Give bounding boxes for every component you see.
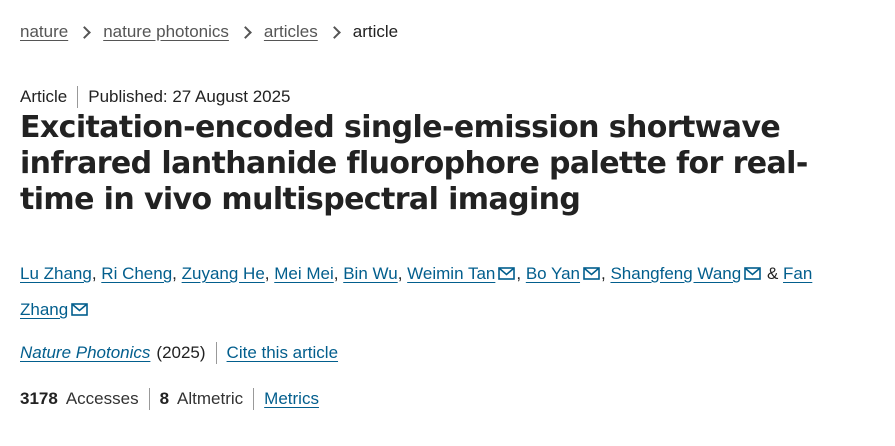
altmetric-count: 8 <box>159 389 170 408</box>
breadcrumb-link-articles[interactable]: articles <box>264 22 318 42</box>
citation-line: Nature Photonics (2025) Cite this articl… <box>20 342 338 364</box>
publication-year: (2025) <box>156 343 206 362</box>
chevron-right-icon <box>78 25 92 39</box>
article-meta: Article Published: 27 August 2025 <box>20 86 291 108</box>
article-type: Article <box>20 87 68 106</box>
breadcrumb-link-nature[interactable]: nature <box>20 22 68 42</box>
mail-icon[interactable] <box>583 257 600 292</box>
accesses-count: 3178 <box>20 389 58 408</box>
author-separator: , <box>333 264 344 283</box>
breadcrumb-link-nature-photonics[interactable]: nature photonics <box>103 22 229 42</box>
published-date: Published: 27 August 2025 <box>88 87 291 106</box>
chevron-right-icon <box>327 25 341 39</box>
mail-icon[interactable] <box>71 293 89 328</box>
chevron-right-icon <box>239 25 252 39</box>
author-separator: , <box>516 264 526 283</box>
journal-link[interactable]: Nature Photonics <box>20 343 150 363</box>
mail-icon[interactable] <box>498 257 516 292</box>
divider <box>148 388 150 410</box>
author-separator: , <box>91 264 102 283</box>
divider <box>215 342 217 364</box>
author-link[interactable]: Bin Wu <box>343 264 398 283</box>
accesses-label: Accesses <box>65 389 139 408</box>
author-separator: , <box>264 264 275 283</box>
author-separator: , <box>172 264 182 283</box>
author-link[interactable]: Lu Zhang <box>20 264 92 283</box>
author-separator: , <box>397 264 408 283</box>
author-list: Lu Zhang, Ri Cheng, Zuyang He, Mei Mei, … <box>20 256 860 328</box>
author-link[interactable]: Zuyang He <box>182 264 265 283</box>
cite-this-article-link[interactable]: Cite this article <box>227 343 338 363</box>
author-link[interactable]: Mei Mei <box>274 264 334 283</box>
author-link[interactable]: Bo Yan <box>526 264 580 283</box>
breadcrumb-current: article <box>352 22 399 41</box>
author-link[interactable]: Shangfeng Wang <box>610 264 741 283</box>
metrics-link[interactable]: Metrics <box>264 389 319 409</box>
author-separator: & <box>762 264 784 283</box>
breadcrumb: nature nature photonics articles article <box>20 22 398 42</box>
divider <box>77 86 79 108</box>
author-link[interactable]: Weimin Tan <box>407 264 495 283</box>
article-metrics: 3178 Accesses 8 Altmetric Metrics <box>20 388 319 410</box>
author-link[interactable]: Ri Cheng <box>101 264 172 283</box>
mail-icon[interactable] <box>744 257 762 292</box>
divider <box>253 388 255 410</box>
article-title: Excitation-encoded single-emission short… <box>20 110 808 217</box>
altmetric-label: Altmetric <box>177 389 244 408</box>
